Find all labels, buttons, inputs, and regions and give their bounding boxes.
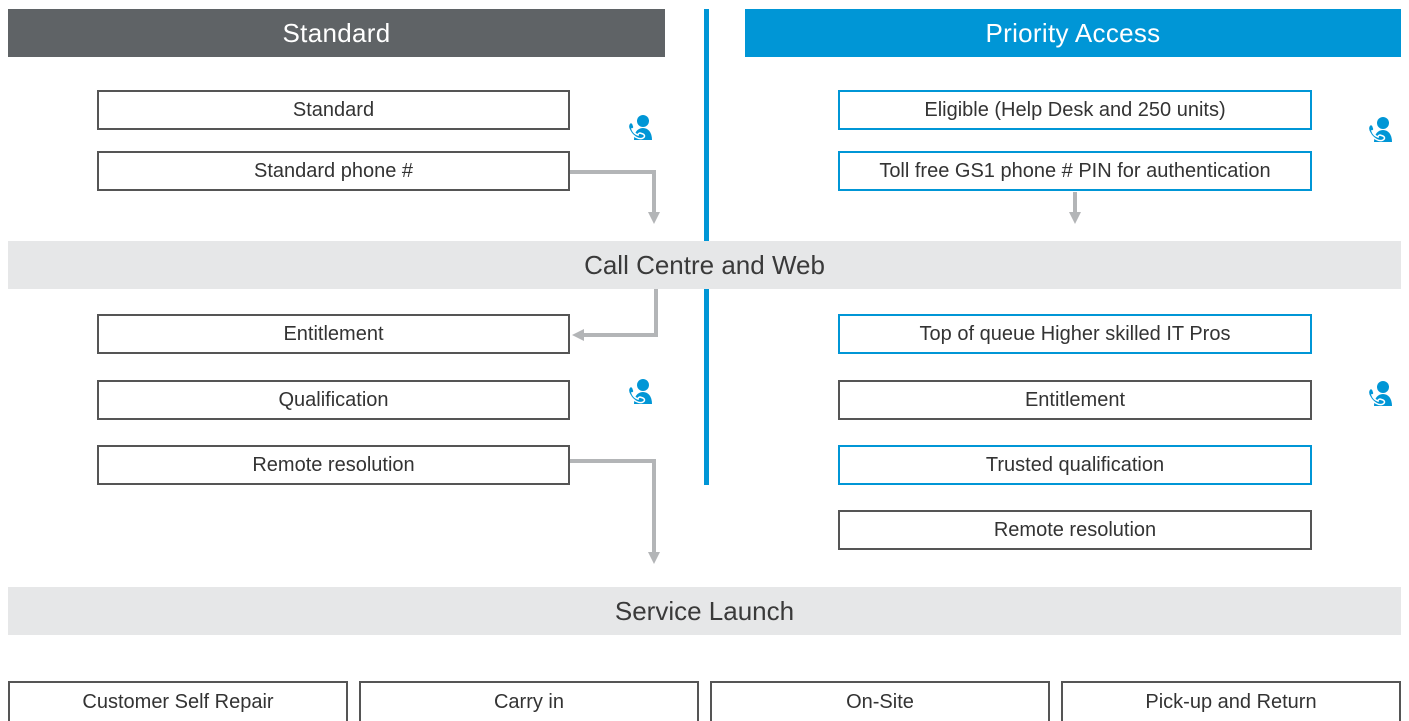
standard-phone-box: Standard phone # xyxy=(97,151,570,191)
support-agent-phone-icon xyxy=(627,379,652,404)
arrow-callcentre-to-entitlement xyxy=(582,289,658,337)
toll-free-label: Toll free GS1 phone # PIN for authentica… xyxy=(879,159,1271,182)
trusted-qualification-box: Trusted qualification xyxy=(838,445,1312,485)
priority-remote-resolution-box: Remote resolution xyxy=(838,510,1312,550)
carry-in-label: Carry in xyxy=(493,690,564,713)
on-site-label: On-Site xyxy=(846,690,914,713)
arrowhead-standard xyxy=(648,212,660,224)
toll-free-box: Toll free GS1 phone # PIN for authentica… xyxy=(838,151,1312,191)
standard-entitlement-box: Entitlement xyxy=(97,314,570,354)
service-launch-band: Service Launch xyxy=(8,587,1401,635)
arrowhead-entitlement xyxy=(572,329,584,341)
top-of-queue-label: Top of queue Higher skilled IT Pros xyxy=(919,322,1231,345)
arrowhead-servicelaunch xyxy=(648,552,660,564)
trusted-qualification-label: Trusted qualification xyxy=(985,453,1165,476)
standard-phone-label: Standard phone # xyxy=(253,159,414,182)
standard-remote-resolution-label: Remote resolution xyxy=(252,453,415,476)
call-centre-band: Call Centre and Web xyxy=(8,241,1401,289)
arrow-standard-to-callcentre xyxy=(570,170,656,214)
customer-self-repair-label: Customer Self Repair xyxy=(82,690,274,713)
standard-entitlement-label: Entitlement xyxy=(283,322,384,345)
pick-up-and-return-label: Pick-up and Return xyxy=(1145,690,1317,713)
support-agent-phone-icon xyxy=(627,115,652,140)
on-site-box: On-Site xyxy=(710,681,1050,721)
standard-box-label: Standard xyxy=(292,98,375,121)
eligible-label: Eligible (Help Desk and 250 units) xyxy=(924,98,1226,121)
standard-remote-resolution-box: Remote resolution xyxy=(97,445,570,485)
arrow-remote-to-servicelaunch xyxy=(570,459,656,554)
standard-box: Standard xyxy=(97,90,570,130)
eligible-box: Eligible (Help Desk and 250 units) xyxy=(838,90,1312,130)
customer-self-repair-box: Customer Self Repair xyxy=(8,681,348,721)
support-agent-phone-icon xyxy=(1367,117,1392,142)
qualification-label: Qualification xyxy=(278,388,389,411)
priority-entitlement-label: Entitlement xyxy=(1024,388,1126,411)
qualification-box: Qualification xyxy=(97,380,570,420)
carry-in-box: Carry in xyxy=(359,681,699,721)
priority-entitlement-box: Entitlement xyxy=(838,380,1312,420)
top-of-queue-box: Top of queue Higher skilled IT Pros xyxy=(838,314,1312,354)
call-centre-label: Call Centre and Web xyxy=(584,249,825,280)
priority-remote-resolution-label: Remote resolution xyxy=(993,518,1157,541)
service-launch-label: Service Launch xyxy=(614,595,795,626)
arrowhead-priority xyxy=(1069,212,1081,224)
support-agent-phone-icon xyxy=(1367,381,1392,406)
pick-up-and-return-box: Pick-up and Return xyxy=(1061,681,1401,721)
